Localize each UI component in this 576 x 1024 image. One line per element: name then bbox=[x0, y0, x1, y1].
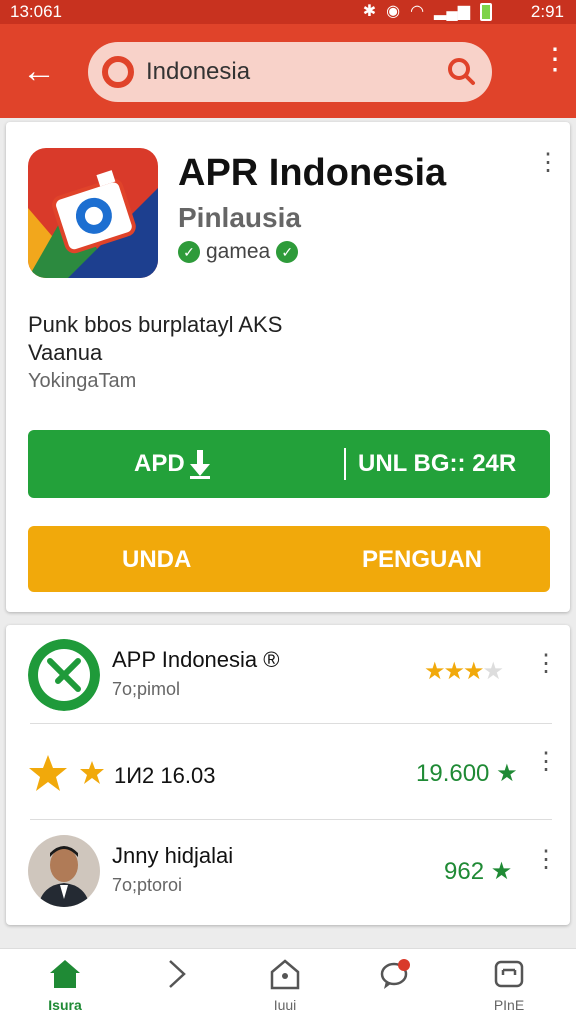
install-button[interactable]: APD UNL BG:: 24R bbox=[28, 430, 550, 498]
list-item-score: 19.600 ★ bbox=[416, 760, 518, 787]
verified-icon: ✓ bbox=[178, 241, 200, 263]
nav-messages[interactable] bbox=[350, 957, 440, 1021]
app-description-line1: Punk bbos burplatayl AKS bbox=[28, 312, 283, 337]
chat-bubble-icon bbox=[380, 959, 410, 989]
search-icon[interactable] bbox=[446, 56, 476, 86]
bluetooth-icon: ✱ bbox=[362, 3, 377, 20]
list-item-subtitle: 7o;ptoroi bbox=[112, 875, 183, 895]
status-time-right: 2:91 bbox=[530, 2, 564, 21]
list-item-title: Jnny hidjalai bbox=[112, 843, 234, 868]
app-description-line2: Vaanua bbox=[28, 340, 103, 365]
star-burst-icon bbox=[29, 755, 104, 791]
app-logo-icon bbox=[28, 639, 100, 711]
back-arrow-icon[interactable]: ← bbox=[22, 52, 62, 92]
row-more-icon[interactable]: ⋮ bbox=[534, 652, 558, 676]
app-bar: ← Indonesia ⋮ bbox=[0, 24, 576, 118]
nav-home[interactable]: Isura bbox=[20, 957, 110, 1021]
app-detail-card: APR Indonesia Pinlausia ✓ gamea ✓ ⋮ Punk… bbox=[6, 122, 570, 612]
divider bbox=[30, 819, 552, 820]
list-item-title: APP Indonesia ® bbox=[112, 647, 280, 672]
nav-profile-label: PInE bbox=[493, 997, 525, 1013]
list-item[interactable]: APP Indonesia ® 7o;pimol ★★★★ ⋮ bbox=[6, 625, 570, 721]
alarm-icon: ◉ bbox=[386, 3, 401, 20]
nav-profile[interactable]: PInE bbox=[464, 957, 554, 1021]
status-bar: 13:061 ✱ ◉ ◠ ▂▄▆ 2:91 bbox=[0, 0, 576, 24]
download-icon bbox=[190, 450, 210, 479]
related-list-card: APP Indonesia ® 7o;pimol ★★★★ ⋮ 1И2 16.0… bbox=[6, 625, 570, 925]
check-badge-icon: ✓ bbox=[276, 241, 299, 263]
app-developer[interactable]: Pinlausia bbox=[178, 202, 301, 234]
row-more-icon[interactable]: ⋮ bbox=[534, 750, 558, 774]
install-button-label: APD bbox=[134, 450, 185, 477]
search-query-text[interactable]: Indonesia bbox=[146, 58, 250, 86]
nav-home-label: Isura bbox=[48, 997, 82, 1013]
nav-next[interactable] bbox=[130, 957, 220, 1021]
house-outline-icon bbox=[270, 959, 300, 990]
search-logo-icon bbox=[102, 56, 134, 88]
nav-house[interactable]: Iuui bbox=[240, 957, 330, 1021]
card-more-icon[interactable]: ⋮ bbox=[536, 151, 560, 175]
nav-house-label: Iuui bbox=[273, 997, 297, 1013]
list-item-score: 962 ★ bbox=[444, 858, 513, 885]
home-icon bbox=[50, 960, 80, 988]
secondary-right-label: PENGUAN bbox=[362, 546, 483, 573]
app-category: ✓ gamea ✓ bbox=[178, 240, 299, 264]
list-item[interactable]: 1И2 16.03 19.600 ★ ⋮ bbox=[6, 723, 570, 819]
secondary-action-button[interactable]: UNDA PENGUAN bbox=[28, 526, 550, 592]
app-category-label: gamea bbox=[206, 240, 271, 263]
list-item-value: 1И2 16.03 bbox=[114, 763, 216, 788]
signal-icon: ▂▄▆ bbox=[434, 3, 470, 20]
row-more-icon[interactable]: ⋮ bbox=[534, 848, 558, 872]
battery-icon bbox=[480, 3, 492, 21]
app-description-line3: YokingaTam bbox=[28, 370, 137, 392]
search-box[interactable]: Indonesia bbox=[88, 42, 492, 102]
status-time-left: 13:061 bbox=[10, 2, 62, 21]
wifi-icon: ◠ bbox=[410, 3, 425, 20]
list-item-subtitle: 7o;pimol bbox=[112, 679, 181, 699]
profile-card-icon bbox=[494, 960, 524, 988]
app-title: APR Indonesia bbox=[178, 152, 447, 194]
install-size-label: UNL BG:: 24R bbox=[358, 450, 517, 477]
list-item[interactable]: Jnny hidjalai 7o;ptoroi 962 ★ ⋮ bbox=[6, 821, 570, 917]
secondary-left-label: UNDA bbox=[122, 546, 192, 573]
overflow-menu-icon[interactable]: ⋮ bbox=[540, 45, 570, 90]
bottom-navigation: Isura Iuui PInE bbox=[0, 948, 576, 1024]
rating-stars-icon: ★★★★ bbox=[424, 658, 504, 685]
status-icons: ✱ ◉ ◠ ▂▄▆ bbox=[363, 2, 492, 22]
chevron-right-icon bbox=[169, 960, 186, 988]
avatar bbox=[28, 835, 100, 907]
app-icon bbox=[28, 148, 158, 278]
install-divider bbox=[344, 448, 346, 480]
